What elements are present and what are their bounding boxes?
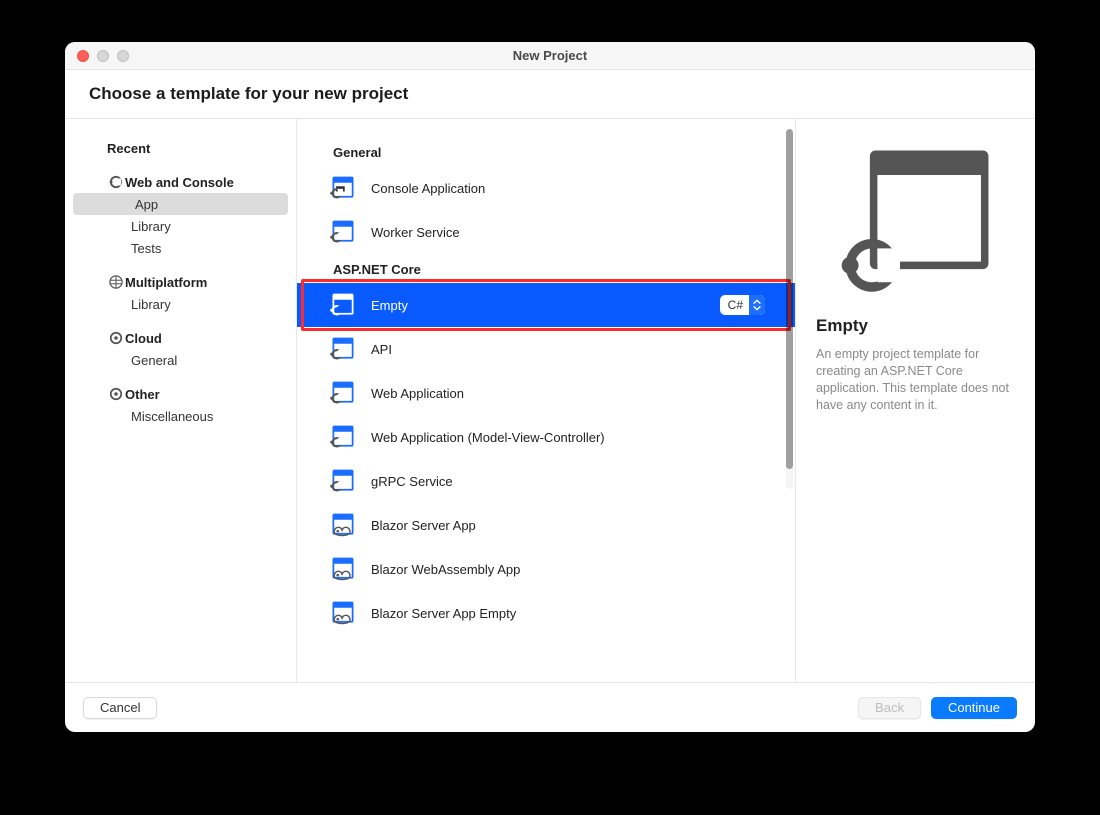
window-title: New Project [65, 48, 1035, 63]
back-button[interactable]: Back [858, 697, 921, 719]
sidebar-item-library[interactable]: Library [69, 215, 292, 237]
template-label: Worker Service [371, 225, 460, 240]
continue-button[interactable]: Continue [931, 697, 1017, 719]
template-console-app[interactable]: Console Application [297, 166, 795, 210]
blazor-icon [329, 599, 357, 627]
template-label: Console Application [371, 181, 485, 196]
sidebar-header-label: Cloud [125, 331, 162, 346]
body: Recent Web and Console App Library Tests Mult… [65, 119, 1035, 682]
blazor-icon [329, 511, 357, 539]
template-list: General Console Application Worker Servi… [297, 119, 795, 682]
template-label: Blazor WebAssembly App [371, 562, 520, 577]
sidebar-header-recent[interactable]: Recent [69, 137, 292, 159]
sidebar-header-label: Recent [107, 141, 150, 156]
sidebar-header-other[interactable]: Other [69, 383, 292, 405]
scrollbar-thumb[interactable] [786, 129, 793, 469]
sidebar-item-label: Library [131, 219, 171, 234]
sidebar-header-web-console[interactable]: Web and Console [69, 171, 292, 193]
sidebar-item-cloud-general[interactable]: General [69, 349, 292, 371]
template-worker-service[interactable]: Worker Service [297, 210, 795, 254]
zoom-window-button[interactable] [117, 50, 129, 62]
empty-icon [329, 423, 357, 451]
sidebar-header-cloud[interactable]: Cloud [69, 327, 292, 349]
multi-icon [109, 275, 123, 289]
sidebar: Recent Web and Console App Library Tests Mult… [65, 119, 297, 682]
titlebar: New Project [65, 42, 1035, 70]
sidebar-item-tests[interactable]: Tests [69, 237, 292, 259]
blazor-icon [329, 555, 357, 583]
subtitle-bar: Choose a template for your new project [65, 70, 1035, 119]
sidebar-item-app[interactable]: App [73, 193, 288, 215]
template-section-title: ASP.NET Core [297, 254, 795, 283]
sidebar-item-miscellaneous[interactable]: Miscellaneous [69, 405, 292, 427]
template-api[interactable]: API [297, 327, 795, 371]
empty-icon [329, 467, 357, 495]
empty-icon [329, 291, 357, 319]
console-icon [329, 174, 357, 202]
sidebar-header-label: Other [125, 387, 160, 402]
empty-icon [329, 335, 357, 363]
template-grpc[interactable]: gRPC Service [297, 459, 795, 503]
page-title: Choose a template for your new project [89, 84, 1011, 104]
language-select[interactable]: C# [720, 295, 765, 315]
sidebar-header-multiplatform[interactable]: Multiplatform [69, 271, 292, 293]
template-label: Empty [371, 298, 408, 313]
template-label: API [371, 342, 392, 357]
other-icon [109, 387, 123, 401]
sidebar-item-mp-library[interactable]: Library [69, 293, 292, 315]
template-blazor-server-empty[interactable]: Blazor Server App Empty [297, 591, 795, 635]
template-list-panel: General Console Application Worker Servi… [297, 119, 795, 682]
window-controls [65, 50, 129, 62]
footer: Cancel Back Continue [65, 682, 1035, 732]
detail-icon [836, 143, 996, 298]
sidebar-item-label: App [135, 197, 158, 212]
cancel-button[interactable]: Cancel [83, 697, 157, 719]
template-label: Blazor Server App [371, 518, 476, 533]
template-blazor-server[interactable]: Blazor Server App [297, 503, 795, 547]
detail-title: Empty [816, 316, 868, 336]
minimize-window-button[interactable] [97, 50, 109, 62]
sidebar-header-label: Multiplatform [125, 275, 207, 290]
template-section-title: General [297, 137, 795, 166]
empty-icon [329, 379, 357, 407]
sidebar-header-label: Web and Console [125, 175, 234, 190]
template-blazor-wasm[interactable]: Blazor WebAssembly App [297, 547, 795, 591]
template-label: Web Application [371, 386, 464, 401]
cloud-icon [109, 331, 123, 345]
sidebar-item-label: Library [131, 297, 171, 312]
sidebar-item-label: General [131, 353, 177, 368]
chevron-up-down-icon [749, 295, 765, 315]
template-label: Web Application (Model-View-Controller) [371, 430, 605, 445]
template-label: Blazor Server App Empty [371, 606, 516, 621]
template-web-app-mvc[interactable]: Web Application (Model-View-Controller) [297, 415, 795, 459]
close-window-button[interactable] [77, 50, 89, 62]
template-empty[interactable]: Empty C# [297, 283, 795, 327]
new-project-window: New Project Choose a template for your n… [65, 42, 1035, 732]
scrollbar[interactable] [786, 129, 793, 489]
sidebar-item-label: Miscellaneous [131, 409, 213, 424]
language-select-value: C# [728, 298, 743, 312]
detail-panel: Empty An empty project template for crea… [795, 119, 1035, 682]
template-web-app[interactable]: Web Application [297, 371, 795, 415]
dotnet-icon [109, 175, 123, 189]
sidebar-item-label: Tests [131, 241, 161, 256]
template-label: gRPC Service [371, 474, 453, 489]
detail-description: An empty project template for creating a… [816, 346, 1015, 414]
worker-icon [329, 218, 357, 246]
